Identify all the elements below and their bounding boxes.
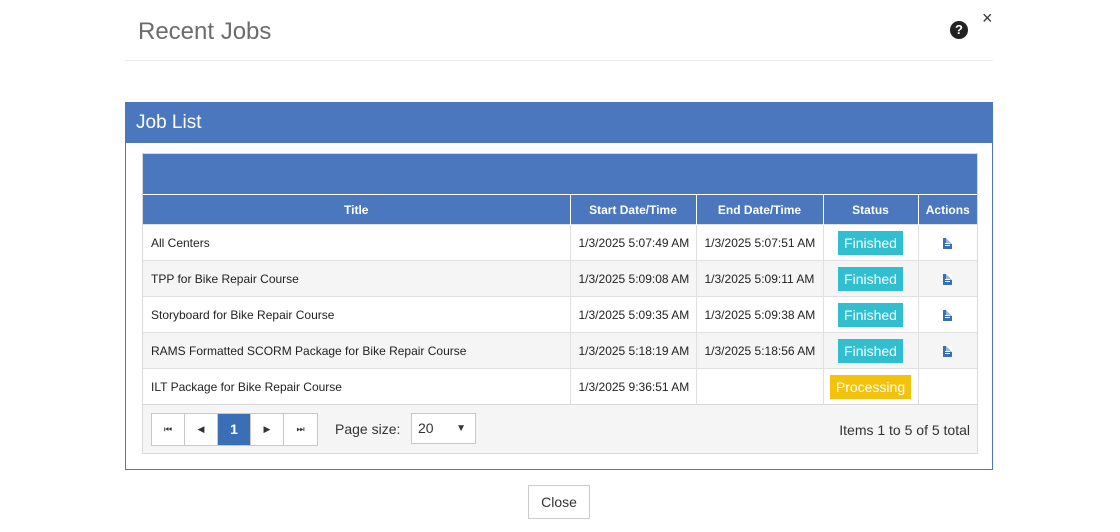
pager-buttons: ⏮ ◀ 1 ▶ ⏭: [151, 413, 318, 446]
caret-down-icon: ▼: [456, 423, 466, 434]
file-icon[interactable]: [943, 309, 953, 321]
job-end: 1/3/2025 5:18:56 AM: [696, 332, 824, 369]
job-title: RAMS Formatted SCORM Package for Bike Re…: [143, 332, 571, 369]
job-title: TPP for Bike Repair Course: [143, 260, 571, 297]
job-title: Storyboard for Bike Repair Course: [143, 296, 571, 333]
next-page-icon[interactable]: ▶: [251, 414, 284, 445]
job-start: 1/3/2025 9:36:51 AM: [570, 368, 697, 404]
job-status-cell: Finished: [823, 296, 919, 333]
first-page-icon[interactable]: ⏮: [152, 414, 185, 445]
page-size-select[interactable]: 20 ▼: [411, 413, 476, 444]
status-badge: Processing: [829, 374, 912, 399]
job-status-cell: Finished: [823, 332, 919, 369]
job-start: 1/3/2025 5:18:19 AM: [570, 332, 697, 369]
job-end: 1/3/2025 5:07:51 AM: [696, 224, 824, 261]
column-header-status[interactable]: Status: [823, 194, 919, 225]
job-actions-cell: [918, 296, 977, 333]
job-grid: Title Start Date/Time End Date/Time Stat…: [142, 153, 978, 454]
status-badge: Finished: [838, 302, 903, 327]
grid-toolbar: [143, 154, 977, 194]
modal-header: Recent Jobs ? ×: [125, 0, 993, 61]
column-header-start[interactable]: Start Date/Time: [570, 194, 697, 225]
page-button-current[interactable]: 1: [218, 414, 251, 445]
pager-info: Items 1 to 5 of 5 total: [839, 422, 970, 438]
job-title: All Centers: [143, 224, 571, 261]
job-start: 1/3/2025 5:09:35 AM: [570, 296, 697, 333]
help-icon[interactable]: ?: [950, 21, 968, 39]
page-size-value: 20: [418, 420, 434, 436]
pager: ⏮ ◀ 1 ▶ ⏭ Page size: 20 ▼ Items 1 to 5 o…: [143, 404, 977, 453]
column-header-title[interactable]: Title: [143, 194, 571, 225]
modal-title: Recent Jobs: [138, 18, 272, 45]
job-actions-cell: [918, 332, 977, 369]
file-icon[interactable]: [943, 237, 953, 249]
job-end: 1/3/2025 5:09:11 AM: [696, 260, 824, 297]
column-header-actions: Actions: [918, 194, 977, 225]
job-table: Title Start Date/Time End Date/Time Stat…: [143, 194, 977, 404]
column-header-end[interactable]: End Date/Time: [696, 194, 824, 225]
job-list-panel: Job List Title Start Date/Time End Date/…: [125, 102, 993, 470]
panel-title: Job List: [126, 103, 992, 143]
close-icon[interactable]: ×: [982, 8, 993, 28]
job-actions-cell: [918, 260, 977, 297]
prev-page-icon[interactable]: ◀: [185, 414, 218, 445]
table-row[interactable]: RAMS Formatted SCORM Package for Bike Re…: [143, 332, 977, 369]
job-start: 1/3/2025 5:07:49 AM: [570, 224, 697, 261]
job-actions-cell: [918, 368, 977, 404]
table-row[interactable]: TPP for Bike Repair Course 1/3/2025 5:09…: [143, 260, 977, 297]
job-status-cell: Finished: [823, 224, 919, 261]
table-row[interactable]: Storyboard for Bike Repair Course 1/3/20…: [143, 296, 977, 333]
table-row[interactable]: ILT Package for Bike Repair Course 1/3/2…: [143, 368, 977, 404]
job-end: 1/3/2025 5:09:38 AM: [696, 296, 824, 333]
file-icon[interactable]: [943, 345, 953, 357]
file-icon[interactable]: [943, 273, 953, 285]
job-status-cell: Processing: [823, 368, 919, 404]
job-title: ILT Package for Bike Repair Course: [143, 368, 571, 404]
job-end: [696, 368, 824, 404]
status-badge: Finished: [838, 338, 903, 363]
job-actions-cell: [918, 224, 977, 261]
last-page-icon[interactable]: ⏭: [284, 414, 317, 445]
close-button[interactable]: Close: [528, 485, 590, 519]
table-header-row: Title Start Date/Time End Date/Time Stat…: [143, 194, 977, 225]
page-size-label: Page size:: [335, 421, 401, 437]
table-row[interactable]: All Centers 1/3/2025 5:07:49 AM 1/3/2025…: [143, 224, 977, 261]
status-badge: Finished: [838, 230, 903, 255]
status-badge: Finished: [838, 266, 903, 291]
job-status-cell: Finished: [823, 260, 919, 297]
job-start: 1/3/2025 5:09:08 AM: [570, 260, 697, 297]
